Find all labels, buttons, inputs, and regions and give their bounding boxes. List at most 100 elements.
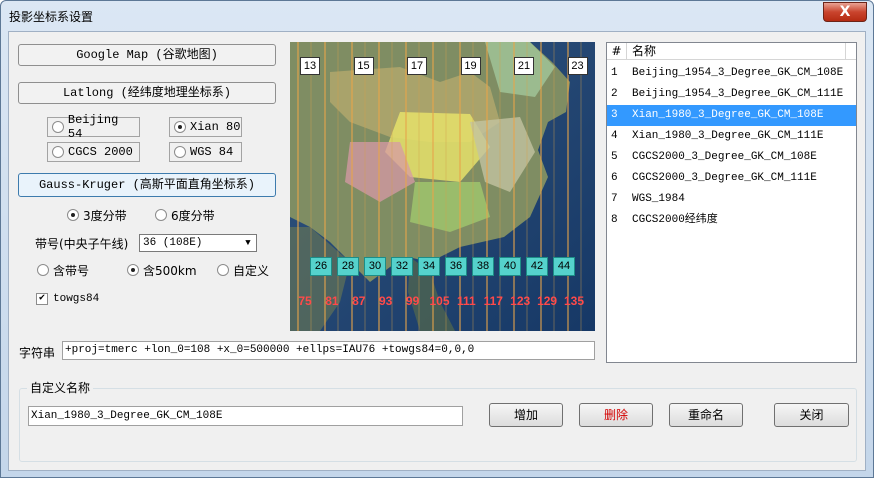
proj-string-label: 字符串 [19,346,56,360]
check-icon: ✔ [36,293,48,305]
list-item-number: 8 [611,214,618,226]
gauss-kruger-button[interactable]: Gauss-Kruger (高斯平面直角坐标系) [18,173,276,197]
map-zone-tile: 28 [337,257,359,276]
list-item[interactable]: 4 Xian_1980_3_Degree_GK_CM_111E [607,126,856,147]
list-item-name: CGCS2000经纬度 [632,214,718,226]
meridian-label: 75 [298,294,312,308]
list-item-name: CGCS2000_3_Degree_GK_CM_108E [632,151,817,163]
custom-name-legend: 自定义名称 [27,379,94,396]
list-item[interactable]: 7 WGS_1984 [607,189,856,210]
list-item-name: Beijing_1954_3_Degree_GK_CM_108E [632,67,844,79]
close-button[interactable]: 关闭 [774,403,849,427]
datum-label: Beijing 54 [67,113,119,141]
list-item-name: CGCS2000_3_Degree_GK_CM_111E [632,172,817,184]
list-item[interactable]: 8 CGCS2000经纬度 [607,210,856,231]
radio-label: 6度分带 [171,208,215,223]
projection-list[interactable]: # 名称 1 Beijing_1954_3_Degree_GK_CM_108E 2 B… [606,42,857,363]
map-zone-tile: 40 [499,257,521,276]
latlong-button[interactable]: Latlong (经纬度地理坐标系) [18,82,276,104]
map-zone-label: 15 [353,57,374,75]
list-item-number: 2 [611,88,618,100]
google-map-button[interactable]: Google Map (谷歌地图) [18,44,276,66]
radio-dot [52,146,64,158]
map-zone-tile: 26 [310,257,332,276]
radio-dot [174,146,186,158]
datum-label: WGS 84 [190,145,234,159]
zone-number-label: 带号(中央子午线) [35,237,129,251]
add-button[interactable]: 增加 [489,403,563,427]
meridian-label: 93 [379,294,393,308]
map-zone-tile: 32 [391,257,413,276]
radio-label: 含500km [143,263,197,278]
list-item[interactable]: 3 Xian_1980_3_Degree_GK_CM_108E [607,105,856,126]
false-easting-custom-radio[interactable]: 自定义 [217,262,269,278]
dialog-client-area: Google Map (谷歌地图) Latlong (经纬度地理坐标系) Bei… [8,31,866,471]
meridian-label: 81 [325,294,339,308]
list-item-number: 5 [611,151,618,163]
meridian-label: 99 [405,294,420,308]
list-item-number: 3 [611,109,618,121]
col-number-header[interactable]: # [607,43,627,59]
dialog-window: 投影坐标系设置 X Google Map (谷歌地图) Latlong (经纬度… [0,0,874,478]
list-item-name: Xian_1980_3_Degree_GK_CM_111E [632,130,824,142]
zone-6deg-radio[interactable]: 6度分带 [155,207,215,223]
meridian-label: 105 [429,294,450,308]
window-title: 投影坐标系设置 [9,10,94,24]
radio-dot [217,264,229,276]
list-item-number: 4 [611,130,618,142]
datum-xian80-radio[interactable]: Xian 80 [174,119,240,135]
datum-beijing54-box[interactable]: Beijing 54 [47,113,140,141]
zone-3deg-radio[interactable]: 3度分带 [67,207,127,223]
datum-label: CGCS 2000 [68,145,133,159]
custom-name-input[interactable]: Xian_1980_3_Degree_GK_CM_108E [28,406,463,426]
radio-dot [174,121,186,133]
list-item[interactable]: 2 Beijing_1954_3_Degree_GK_CM_111E [607,84,856,105]
window-close-button[interactable]: X [823,2,867,22]
proj-string-field[interactable]: +proj=tmerc +lon_0=108 +x_0=500000 +ellp… [62,341,595,360]
map-zone-tile: 36 [445,257,467,276]
meridian-label: 87 [352,294,366,308]
chevron-down-icon[interactable]: ▼ [240,235,256,251]
zone-number-value: 36 (108E) [143,237,203,249]
map-zone-label: 21 [514,57,534,75]
delete-button[interactable]: 删除 [579,403,653,427]
rename-button[interactable]: 重命名 [669,403,743,427]
datum-cgcs2000-radio[interactable]: CGCS 2000 [52,144,133,160]
radio-dot [52,121,64,133]
list-item-name: Beijing_1954_3_Degree_GK_CM_111E [632,88,844,100]
false-easting-500km-radio[interactable]: 含500km [127,262,197,278]
datum-wgs84-box[interactable]: WGS 84 [169,142,242,162]
list-item-name: WGS_1984 [632,193,685,205]
list-item-number: 7 [611,193,618,205]
col-name-header[interactable]: 名称 [627,43,846,59]
zone-number-select[interactable]: 36 (108E) ▼ [139,234,257,252]
map-zone-tile: 34 [418,257,440,276]
list-item[interactable]: 5 CGCS2000_3_Degree_GK_CM_108E [607,147,856,168]
meridian-label: 135 [563,294,585,308]
towgs84-checkbox[interactable]: ✔ towgs84 [36,293,99,305]
map-zone-tile: 30 [364,257,386,276]
list-item[interactable]: 6 CGCS2000_3_Degree_GK_CM_111E [607,168,856,189]
meridian-label: 123 [510,294,531,308]
datum-xian80-box[interactable]: Xian 80 [169,117,242,137]
list-item-number: 1 [611,67,618,79]
radio-dot [67,209,79,221]
radio-dot [127,264,139,276]
radio-dot [37,264,49,276]
datum-beijing54-radio[interactable]: Beijing 54 [52,113,139,141]
radio-label: 3度分带 [83,208,127,223]
false-easting-zone-radio[interactable]: 含带号 [37,262,89,278]
datum-label: Xian 80 [190,120,241,134]
zone-map: 13 15 17 19 21 23 26 28 30 32 34 36 38 40 42 44 75 81 87… [290,42,595,331]
radio-label: 自定义 [233,263,270,278]
map-zone-label: 13 [300,57,320,75]
list-item[interactable]: 1 Beijing_1954_3_Degree_GK_CM_108E [607,63,856,84]
datum-cgcs2000-box[interactable]: CGCS 2000 [47,142,140,162]
map-zone-label: 19 [460,57,481,75]
list-header: # 名称 [607,43,856,60]
meridian-label: 117 [483,294,503,308]
map-zone-tile: 38 [472,257,494,276]
meridian-label: 111 [457,294,476,308]
title-bar[interactable]: 投影坐标系设置 X [1,1,873,31]
datum-wgs84-radio[interactable]: WGS 84 [174,144,233,160]
